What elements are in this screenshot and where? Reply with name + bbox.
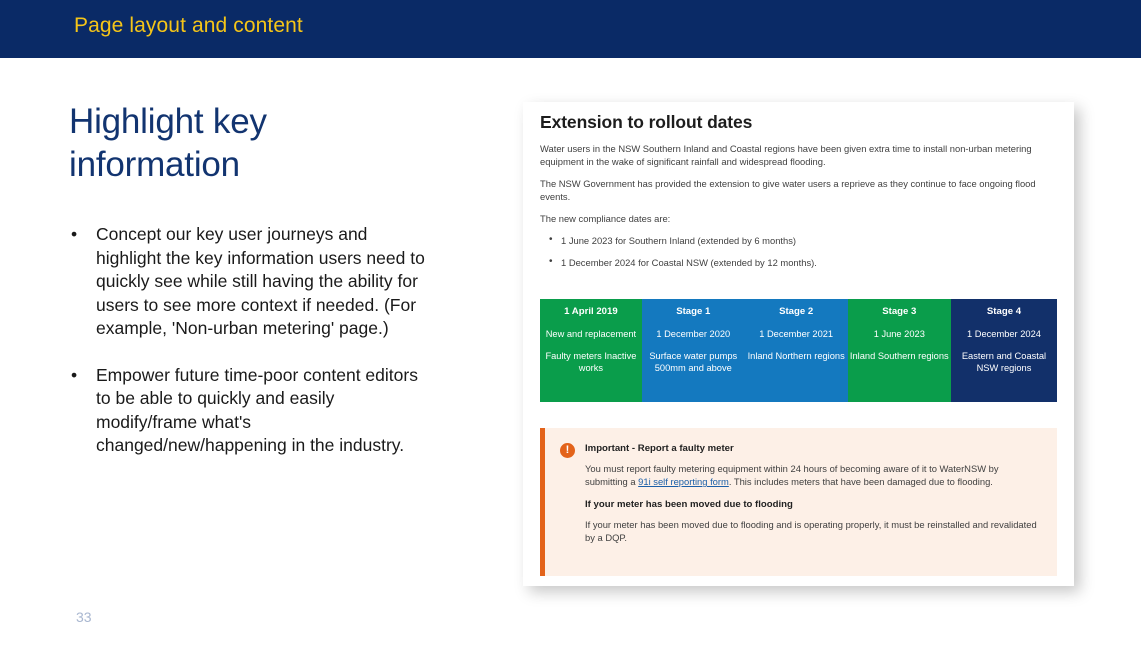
rollout-stage-table: 1 April 2019 New and replacement Faulty …: [540, 299, 1057, 402]
list-item-text: Empower future time-poor content editors…: [96, 364, 418, 456]
stage-line: Inland Northern regions: [747, 350, 845, 361]
important-callout: ! Important - Report a faulty meter You …: [540, 428, 1057, 576]
stage-column-2: Stage 2 1 December 2021 Inland Northern …: [744, 299, 848, 402]
callout-text-after: . This includes meters that have been da…: [728, 476, 993, 487]
screenshot-paragraph: The NSW Government has provided the exte…: [540, 178, 1036, 202]
page-title: Highlight key information: [69, 102, 267, 184]
stage-column-0: 1 April 2019 New and replacement Faulty …: [540, 299, 642, 402]
stage-line: 1 June 2023: [873, 329, 925, 339]
list-item: 1 December 2024 for Coastal NSW (extende…: [540, 255, 1058, 269]
screenshot-title: Extension to rollout dates: [540, 112, 753, 132]
stage-header: 1 April 2019: [564, 306, 618, 317]
stage-header: Stage 3: [882, 306, 917, 317]
callout-heading: Important - Report a faulty meter: [585, 443, 734, 454]
stage-line: New and replacement: [545, 329, 637, 339]
callout-paragraph: You must report faulty metering equipmen…: [585, 462, 1043, 488]
stage-line: 1 December 2024: [967, 329, 1041, 339]
callout-body: Important - Report a faulty meter You mu…: [585, 442, 1043, 554]
slide-header-title: Page layout and content: [74, 14, 303, 37]
stage-header: Stage 2: [779, 306, 814, 317]
stage-line: Eastern and Coastal NSW regions: [961, 350, 1047, 374]
slide-header-bar: Page layout and content: [0, 0, 1141, 58]
compliance-dates-list: 1 June 2023 for Southern Inland (extende…: [540, 233, 1058, 269]
stage-line: Surface water pumps 500mm and above: [649, 350, 738, 374]
callout-paragraph: If your meter has been moved due to floo…: [585, 519, 1037, 543]
stage-column-1: Stage 1 1 December 2020 Surface water pu…: [641, 299, 745, 402]
exclamation-icon: !: [560, 443, 575, 458]
bullet-marker: •: [71, 224, 78, 244]
stage-column-4: Stage 4 1 December 2024 Eastern and Coas…: [950, 299, 1057, 402]
stage-header: Stage 1: [676, 306, 711, 317]
stage-line: Faulty meters Inactive works: [545, 350, 637, 374]
list-item: • Concept our key user journeys and high…: [69, 223, 436, 341]
stage-header: Stage 4: [986, 306, 1022, 317]
stage-line: Inland Southern regions: [849, 350, 949, 361]
stage-line: 1 December 2020: [656, 329, 731, 339]
list-item: 1 June 2023 for Southern Inland (extende…: [540, 233, 1058, 247]
left-content-column: Highlight key information • Concept our …: [69, 100, 469, 481]
self-reporting-form-link[interactable]: 91i self reporting form: [638, 476, 729, 487]
callout-heading: If your meter has been moved due to floo…: [585, 499, 793, 510]
stage-line: 1 December 2021: [759, 329, 834, 339]
screenshot-paragraph: Water users in the NSW Southern Inland a…: [540, 143, 1032, 167]
list-item: • Empower future time-poor content edito…: [69, 364, 436, 458]
screenshot-paragraph: The new compliance dates are:: [540, 213, 671, 224]
screenshot-content: Extension to rollout dates Water users i…: [540, 112, 1058, 278]
bullet-marker: •: [71, 364, 78, 385]
page-number: 33: [76, 609, 92, 625]
stage-column-3: Stage 3 1 June 2023 Inland Southern regi…: [847, 299, 951, 402]
bullet-list: • Concept our key user journeys and high…: [69, 223, 469, 458]
list-item-text: Concept our key user journeys and highli…: [96, 224, 425, 338]
